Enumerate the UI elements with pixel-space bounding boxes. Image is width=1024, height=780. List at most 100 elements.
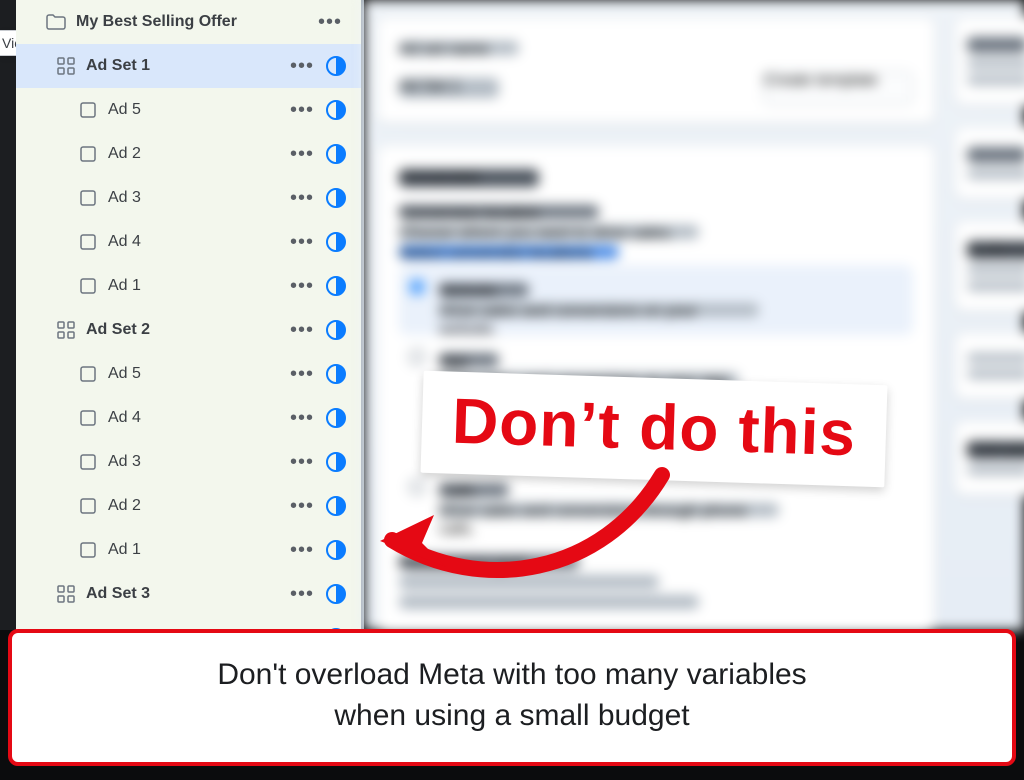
app-rail [0, 0, 16, 630]
chart-toggle-icon[interactable] [325, 583, 347, 605]
adset-icon [56, 320, 76, 340]
right-side-cards: Audience Estimated [954, 16, 1024, 516]
option-title: App [439, 353, 499, 367]
option-desc: Drive sales and conversions through phon… [439, 503, 779, 517]
caption-line: when using a small budget [42, 696, 982, 737]
chart-toggle-icon[interactable] [325, 99, 347, 121]
caption-line: Don't overload Meta with too many variab… [42, 655, 982, 696]
ad-row[interactable]: Ad 1 ••• [16, 264, 361, 308]
chart-toggle-icon[interactable] [325, 407, 347, 429]
option-title: Website [439, 283, 529, 297]
more-options-button[interactable]: ••• [313, 15, 347, 29]
adset-icon [56, 56, 76, 76]
radio-icon [409, 479, 425, 495]
chart-toggle-icon[interactable] [325, 319, 347, 341]
ad-label: Ad 4 [108, 233, 285, 251]
chart-toggle-icon[interactable] [325, 55, 347, 77]
adset-label: Ad Set 3 [86, 585, 285, 603]
more-options-button[interactable]: ••• [285, 411, 319, 425]
chart-toggle-icon[interactable] [325, 495, 347, 517]
ad-row[interactable]: Ad 4 ••• [16, 396, 361, 440]
more-options-button[interactable]: ••• [285, 367, 319, 381]
audience-heading: Audience [967, 241, 1024, 259]
more-options-button[interactable]: ••• [285, 59, 319, 73]
ad-icon [78, 452, 98, 472]
ad-row[interactable]: Ad 3 ••• [16, 440, 361, 484]
chart-toggle-icon[interactable] [325, 451, 347, 473]
ad-label: Ad 3 [108, 453, 285, 471]
chart-toggle-icon[interactable] [325, 275, 347, 297]
chart-toggle-icon[interactable] [325, 363, 347, 385]
annotation-badge: Don’t do this [421, 371, 888, 488]
location-option-website[interactable]: Website Drive sales and conversions on y… [399, 265, 913, 335]
ad-label: Ad 2 [108, 145, 285, 163]
more-options-button[interactable]: ••• [285, 323, 319, 337]
ad-row[interactable]: Ad 4 ••• [16, 220, 361, 264]
adset-detail-panel: Ad set name Ad Set 1 Create template Con… [364, 0, 1024, 630]
adset-name-input[interactable]: Ad Set 1 [399, 78, 499, 98]
campaign-tree-sidebar: My Best Selling Offer ••• Ad Set 1 ••• A… [16, 0, 364, 630]
more-options-button[interactable]: ••• [285, 499, 319, 513]
adset-name-card: Ad set name Ad Set 1 Create template [376, 16, 936, 124]
blurred-text [967, 37, 1024, 53]
ad-row[interactable]: Ad 2 ••• [16, 132, 361, 176]
performance-goal-label: Performance goal [399, 555, 579, 569]
ad-row[interactable]: Ad 3 ••• [16, 176, 361, 220]
subsection-desc: Choose where you want to drive sales. [399, 225, 699, 239]
subsection-label: Conversion location [399, 205, 599, 219]
adset-row[interactable]: Ad Set 2 ••• [16, 308, 361, 352]
blurred-text [399, 595, 699, 609]
conversion-heading: Conversion [399, 169, 539, 187]
adset-row[interactable]: Ad Set 1 ••• [16, 44, 361, 88]
more-options-button[interactable]: ••• [285, 235, 319, 249]
campaign-label: My Best Selling Offer [76, 13, 313, 31]
ad-label: Ad 2 [108, 497, 285, 515]
ad-icon [78, 364, 98, 384]
adset-label: Ad Set 2 [86, 321, 285, 339]
ad-row[interactable]: Ad 5 ••• [16, 88, 361, 132]
ad-icon [78, 100, 98, 120]
radio-icon [409, 279, 425, 295]
adset-icon [56, 584, 76, 604]
more-options-button[interactable]: ••• [285, 147, 319, 161]
caption-box: Don't overload Meta with too many variab… [8, 629, 1016, 766]
create-template-button[interactable]: Create template [763, 71, 913, 105]
ad-row[interactable]: Ad 5 ••• [16, 352, 361, 396]
more-options-button[interactable]: ••• [285, 191, 319, 205]
ad-icon [78, 232, 98, 252]
adset-row[interactable]: Ad Set 3 ••• [16, 572, 361, 616]
section-label: Ad set name [399, 41, 519, 55]
blurred-text [399, 575, 659, 589]
estimated-heading: Estimated [967, 441, 1024, 459]
chart-toggle-icon[interactable] [325, 143, 347, 165]
ad-label: Ad 5 [108, 365, 285, 383]
more-options-button[interactable]: ••• [285, 279, 319, 293]
option-title: Calls [439, 483, 509, 497]
ad-label: Ad 4 [108, 409, 285, 427]
ad-label: Ad 1 [108, 277, 285, 295]
more-options-button[interactable]: ••• [285, 543, 319, 557]
chart-toggle-icon[interactable] [325, 187, 347, 209]
select-locations-link[interactable]: Select conversion locations [399, 245, 619, 259]
ad-icon [78, 188, 98, 208]
chart-toggle-icon[interactable] [325, 539, 347, 561]
more-options-button[interactable]: ••• [285, 587, 319, 601]
chart-toggle-icon[interactable] [325, 231, 347, 253]
campaign-row[interactable]: My Best Selling Offer ••• [16, 0, 361, 44]
radio-icon [409, 349, 425, 365]
annotation-text: Don’t do this [451, 385, 857, 470]
ad-icon [78, 540, 98, 560]
more-options-button[interactable]: ••• [285, 103, 319, 117]
more-options-button[interactable]: ••• [285, 455, 319, 469]
ad-label: Ad 3 [108, 189, 285, 207]
folder-icon [46, 12, 66, 32]
ad-row[interactable]: Ad 2 ••• [16, 484, 361, 528]
ad-icon [78, 408, 98, 428]
ad-label: Ad 5 [108, 101, 285, 119]
ad-row[interactable]: Ad 1 ••• [16, 528, 361, 572]
option-desc: Drive sales and conversions on your webs… [439, 303, 759, 317]
ad-label: Ad 1 [108, 541, 285, 559]
ad-icon [78, 144, 98, 164]
ad-icon [78, 276, 98, 296]
blurred-text [967, 147, 1024, 163]
